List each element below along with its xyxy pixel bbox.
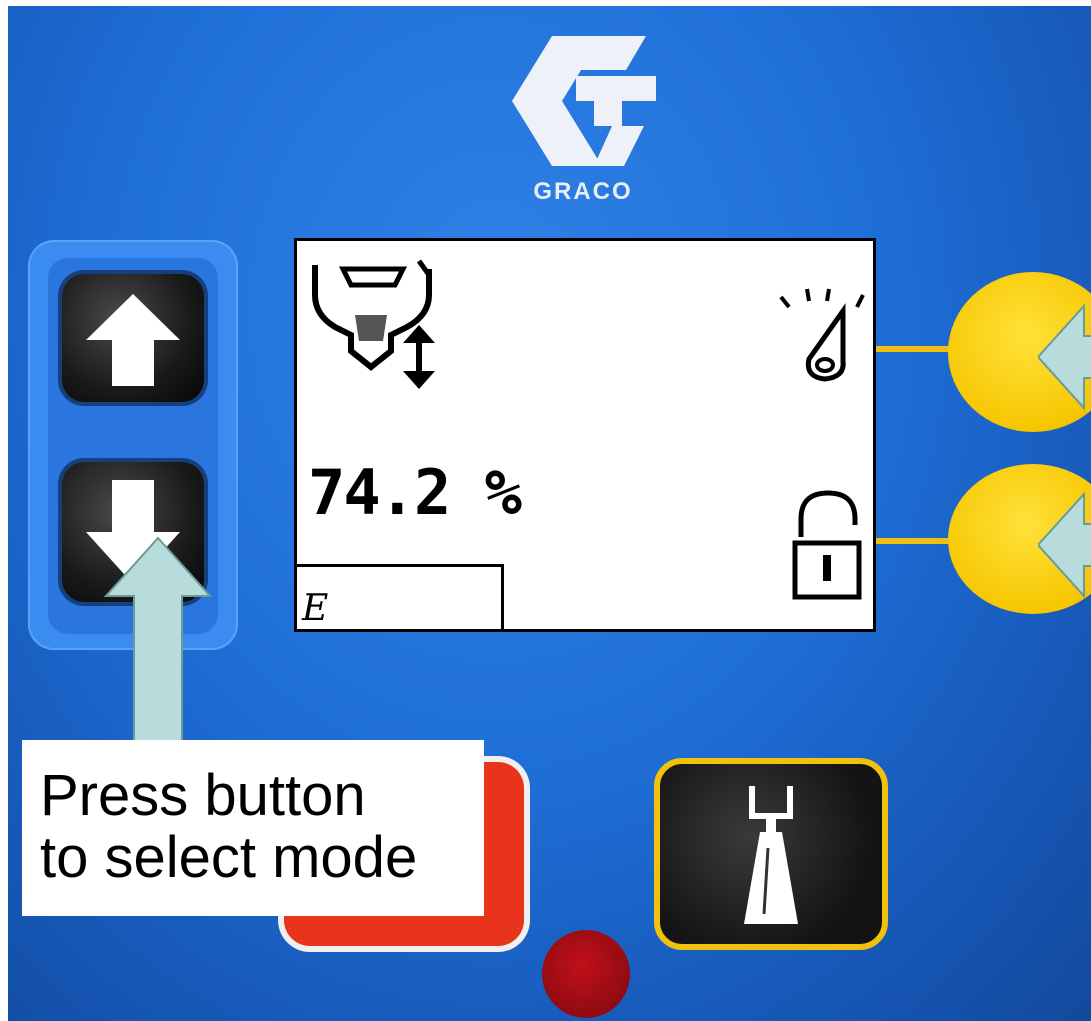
up-button[interactable] (62, 274, 204, 402)
status-led (542, 930, 630, 1018)
instruction-callout: Press button to select mode (22, 740, 484, 916)
spray-button[interactable] (654, 758, 888, 950)
callout-arrow-icon (103, 536, 213, 745)
pointer-arrow-icon (1038, 491, 1091, 599)
softkey-connector-bottom (876, 538, 952, 544)
unlocked-padlock-icon (792, 490, 862, 600)
callout-line-1: Press button (40, 763, 366, 828)
brand-name: GRACO (533, 178, 633, 205)
spray-tip-icon (744, 786, 798, 924)
up-down-adjust-icon (403, 325, 435, 389)
up-arrow-icon (86, 294, 180, 386)
softkey-connector-top (876, 346, 952, 352)
lcd-value-readout: 74.2 % (308, 456, 522, 529)
fluid-drop-icon (779, 288, 865, 382)
pointer-arrow-icon (1038, 303, 1091, 411)
graco-logo-icon (512, 36, 656, 166)
lcd-status-text: E (302, 588, 329, 629)
control-panel: GRACO 74.2 % E Press button to select mo… (8, 6, 1091, 1021)
callout-line-2: to select mode (40, 825, 418, 890)
